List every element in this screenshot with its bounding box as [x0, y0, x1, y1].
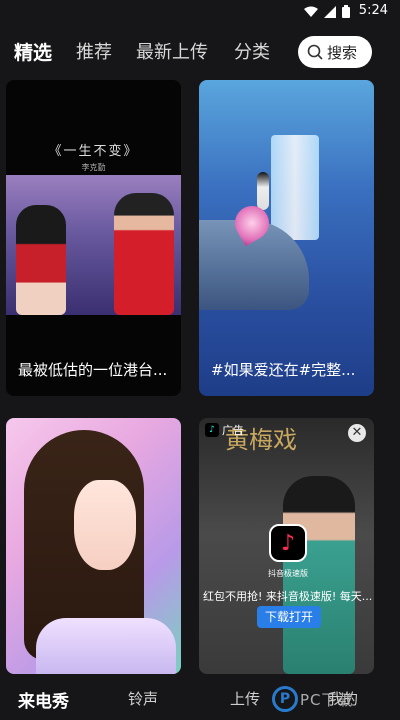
portrait-dress — [36, 618, 176, 674]
nav-caller-show[interactable]: 来电秀 — [18, 687, 69, 712]
performer-figure — [114, 193, 174, 315]
ad-badge: ♪ 广告 — [205, 422, 244, 438]
status-time: 5:24 — [358, 3, 388, 18]
card-thumbnail — [6, 175, 181, 315]
top-tabs: 精选 推荐 最新上传 分类 搜索 — [0, 34, 400, 70]
close-icon[interactable]: ✕ — [348, 424, 366, 442]
battery-icon — [342, 5, 350, 18]
card-overlay-subtitle: 李克勤 — [81, 163, 106, 172]
app-name: 抖音极速版 — [268, 569, 308, 578]
signal-icon — [324, 5, 336, 18]
ad-label: 广告 — [222, 424, 244, 437]
nav-ringtones[interactable]: 铃声 — [128, 688, 158, 709]
video-card-3[interactable] — [6, 418, 181, 674]
tab-categories[interactable]: 分类 — [234, 38, 270, 64]
status-icons — [304, 5, 350, 18]
waterfall-scene — [271, 135, 319, 240]
tab-latest-upload[interactable]: 最新上传 — [136, 38, 208, 64]
ad-card[interactable]: 黄梅戏 ♪ 广告 ✕ ♪ 抖音极速版 红包不用抢! 来抖音极速版! 每天... … — [199, 418, 374, 674]
performer-figure — [16, 205, 66, 315]
status-bar: 5:24 — [0, 0, 400, 24]
card-caption: 最被低估的一位港台... — [18, 361, 168, 379]
tab-recommended[interactable]: 推荐 — [76, 38, 112, 64]
nav-upload[interactable]: 上传 — [230, 688, 260, 709]
portrait-face — [74, 480, 136, 570]
tab-featured[interactable]: 精选 — [14, 38, 52, 65]
download-open-button[interactable]: 下载打开 — [257, 606, 321, 628]
watermark-logo: P — [272, 686, 298, 712]
video-card-2[interactable]: #如果爱还在#完整... — [199, 80, 374, 396]
watermark-text: PC下载 — [300, 690, 354, 709]
fairy-figure — [257, 172, 269, 210]
ad-promo-text: 红包不用抢! 来抖音极速版! 每天... — [203, 590, 373, 603]
tiktok-icon: ♪ — [205, 423, 219, 437]
search-label: 搜索 — [327, 43, 358, 62]
card-caption: #如果爱还在#完整... — [211, 361, 356, 379]
wifi-icon — [304, 6, 318, 17]
search-button[interactable]: 搜索 — [298, 36, 372, 68]
search-icon — [307, 44, 323, 60]
watermark: P PC下载 — [272, 686, 354, 712]
tiktok-app-icon: ♪ — [269, 524, 307, 562]
card-overlay-title: 《一生不变》 — [48, 144, 139, 159]
video-card-1[interactable]: 《一生不变》 李克勤 最被低估的一位港台... — [6, 80, 181, 396]
